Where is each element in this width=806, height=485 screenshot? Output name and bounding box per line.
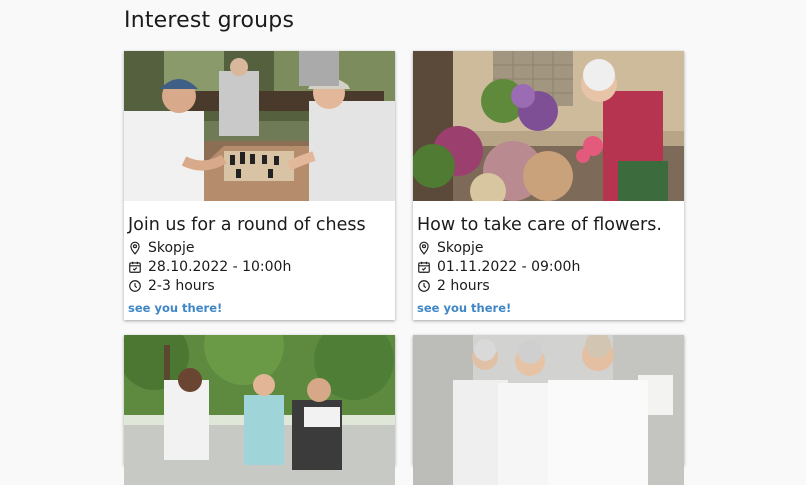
yoga-photo bbox=[413, 335, 684, 485]
date-text: 01.11.2022 - 09:00h bbox=[437, 258, 581, 275]
date-row: 01.11.2022 - 09:00h bbox=[417, 257, 680, 276]
map-pin-icon bbox=[130, 241, 140, 255]
group-card-running[interactable] bbox=[124, 335, 395, 485]
group-card-flowers[interactable]: How to take care of flowers. Skopje 01.1… bbox=[413, 51, 684, 320]
date-row: 28.10.2022 - 10:00h bbox=[128, 257, 391, 276]
group-meta: Skopje 28.10.2022 - 10:00h 2-3 hours bbox=[124, 236, 395, 295]
group-title: How to take care of flowers. bbox=[417, 215, 662, 235]
group-title: Join us for a round of chess bbox=[128, 215, 366, 235]
group-card-chess[interactable]: Join us for a round of chess Skopje 28.1… bbox=[124, 51, 395, 320]
clock-icon bbox=[129, 279, 141, 292]
see-you-there-link[interactable]: see you there! bbox=[128, 301, 222, 320]
location-row: Skopje bbox=[417, 238, 680, 257]
group-meta: Skopje 01.11.2022 - 09:00h 2 hours bbox=[413, 236, 684, 295]
chess-photo bbox=[124, 51, 395, 201]
page-title: Interest groups bbox=[124, 8, 295, 33]
clock-icon bbox=[418, 279, 430, 292]
duration-row: 2-3 hours bbox=[128, 276, 391, 295]
duration-text: 2-3 hours bbox=[148, 277, 215, 294]
group-card-yoga[interactable] bbox=[413, 335, 684, 485]
map-pin-icon bbox=[419, 241, 429, 255]
see-you-there-link[interactable]: see you there! bbox=[417, 301, 511, 320]
location-text: Skopje bbox=[148, 239, 195, 256]
location-text: Skopje bbox=[437, 239, 484, 256]
calendar-check-icon bbox=[129, 261, 141, 273]
running-photo bbox=[124, 335, 395, 485]
location-row: Skopje bbox=[128, 238, 391, 257]
flowers-photo bbox=[413, 51, 684, 201]
duration-row: 2 hours bbox=[417, 276, 680, 295]
duration-text: 2 hours bbox=[437, 277, 490, 294]
date-text: 28.10.2022 - 10:00h bbox=[148, 258, 292, 275]
calendar-check-icon bbox=[418, 261, 430, 273]
